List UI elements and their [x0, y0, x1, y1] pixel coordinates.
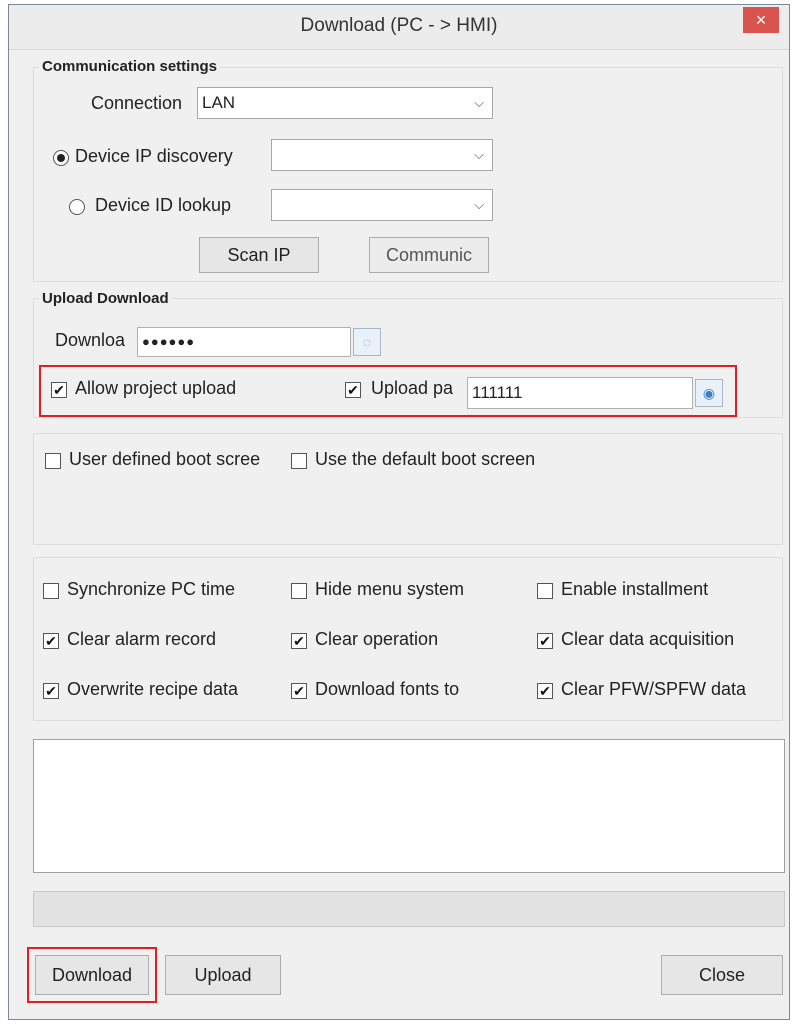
- download-password-field[interactable]: ●●●●●●: [137, 327, 351, 357]
- download-dialog: Download (PC - > HMI) × Communication se…: [8, 4, 790, 1020]
- user-defined-boot-screen-label: User defined boot scree: [69, 449, 261, 469]
- option-label: Hide menu system: [315, 579, 465, 599]
- close-button[interactable]: Close: [661, 955, 783, 995]
- device-id-select[interactable]: ⌵: [271, 189, 493, 221]
- download-progress-bar: [33, 891, 785, 927]
- clear-pfw-spfw-data-checkbox[interactable]: ✔: [537, 683, 553, 699]
- hide-menu-system-checkbox[interactable]: [291, 583, 307, 599]
- communicate-button[interactable]: Communic: [369, 237, 489, 273]
- device-ip-select[interactable]: ⌵: [271, 139, 493, 171]
- upload-password-label: Upload pa: [371, 378, 454, 398]
- eye-slash-icon[interactable]: ◌: [353, 328, 381, 356]
- default-boot-screen-checkbox[interactable]: [291, 453, 307, 469]
- allow-project-upload-checkbox[interactable]: ✔: [51, 382, 67, 398]
- device-id-lookup-radio[interactable]: [69, 199, 85, 215]
- allow-project-upload-label: Allow project upload: [75, 378, 237, 398]
- connection-value: LAN: [202, 93, 236, 112]
- enable-installment-checkbox[interactable]: [537, 583, 553, 599]
- synchronize-pc-time-checkbox[interactable]: [43, 583, 59, 599]
- user-defined-boot-screen-checkbox[interactable]: [45, 453, 61, 469]
- download-fonts-checkbox[interactable]: ✔: [291, 683, 307, 699]
- chevron-down-icon: ⌵: [474, 95, 484, 110]
- upload-download-title: Upload Download: [39, 290, 172, 307]
- download-password-label: Downloa: [55, 330, 126, 350]
- dialog-title: Download (PC - > HMI): [300, 15, 498, 36]
- device-ip-discovery-radio[interactable]: [53, 150, 69, 166]
- clear-alarm-record-checkbox[interactable]: ✔: [43, 633, 59, 649]
- scan-ip-button[interactable]: Scan IP: [199, 237, 319, 273]
- option-label: Download fonts to: [315, 679, 460, 699]
- chevron-down-icon: ⌵: [474, 147, 484, 162]
- title-bar: Download (PC - > HMI) ×: [9, 5, 789, 50]
- chevron-down-icon: ⌵: [474, 197, 484, 212]
- option-label: Clear data acquisition: [561, 629, 735, 649]
- option-label: Enable installment: [561, 579, 709, 599]
- device-id-lookup-label: Device ID lookup: [95, 195, 232, 215]
- option-label: Overwrite recipe data: [67, 679, 239, 699]
- option-label: Clear alarm record: [67, 629, 217, 649]
- default-boot-screen-label: Use the default boot screen: [315, 449, 536, 469]
- clear-operation-checkbox[interactable]: ✔: [291, 633, 307, 649]
- eye-icon[interactable]: ◉: [695, 379, 723, 407]
- upload-password-checkbox[interactable]: ✔: [345, 382, 361, 398]
- overwrite-recipe-data-checkbox[interactable]: ✔: [43, 683, 59, 699]
- connection-select[interactable]: LAN ⌵: [197, 87, 493, 119]
- communication-settings-title: Communication settings: [39, 58, 221, 75]
- device-ip-discovery-label: Device IP discovery: [75, 146, 233, 166]
- close-icon[interactable]: ×: [743, 7, 779, 33]
- download-button[interactable]: Download: [35, 955, 149, 995]
- upload-button[interactable]: Upload: [165, 955, 281, 995]
- clear-data-acquisition-checkbox[interactable]: ✔: [537, 633, 553, 649]
- connection-label: Connection: [91, 93, 183, 113]
- option-label: Clear operation: [315, 629, 439, 649]
- upload-password-field[interactable]: 111111: [467, 377, 693, 409]
- option-label: Synchronize PC time: [67, 579, 236, 599]
- log-output-panel[interactable]: [33, 739, 785, 873]
- option-label: Clear PFW/SPFW data: [561, 679, 747, 699]
